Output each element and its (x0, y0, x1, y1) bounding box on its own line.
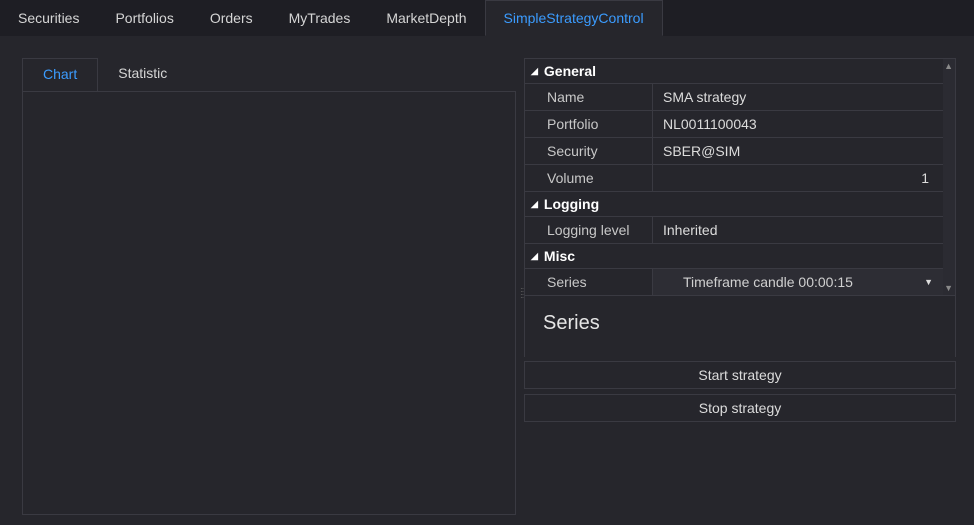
label-portfolio: Portfolio (525, 111, 653, 137)
tab-orders[interactable]: Orders (192, 0, 271, 36)
row-volume: Volume 1 (525, 164, 943, 191)
main-tab-bar: Securities Portfolios Orders MyTrades Ma… (0, 0, 974, 36)
section-general[interactable]: ◢ General (525, 59, 943, 83)
label-name: Name (525, 84, 653, 110)
section-general-label: General (544, 63, 596, 79)
inner-tab-statistic[interactable]: Statistic (98, 58, 187, 92)
label-series: Series (525, 269, 653, 295)
label-logging-level: Logging level (525, 217, 653, 243)
section-logging-label: Logging (544, 196, 599, 212)
left-pane: Chart Statistic (22, 58, 516, 515)
value-volume[interactable]: 1 (653, 165, 943, 191)
inner-tab-chart[interactable]: Chart (22, 58, 98, 92)
tab-marketdepth[interactable]: MarketDepth (368, 0, 484, 36)
tab-simplestrategycontrol[interactable]: SimpleStrategyControl (485, 0, 663, 36)
expander-icon[interactable]: ◢ (531, 66, 538, 77)
value-security[interactable]: SBER@SIM (653, 138, 943, 164)
expander-icon[interactable]: ◢ (531, 251, 538, 262)
inner-tab-bar: Chart Statistic (22, 58, 516, 92)
content-area: Chart Statistic ········ ▲ ▼ ◢ General N… (0, 36, 974, 525)
chevron-down-icon: ▼ (924, 277, 933, 287)
button-stack: Start strategy Stop strategy (524, 361, 956, 422)
row-security: Security SBER@SIM (525, 137, 943, 164)
row-name: Name SMA strategy (525, 83, 943, 110)
label-security: Security (525, 138, 653, 164)
row-series: Series Timeframe candle 00:00:15 ▼ (525, 268, 943, 295)
section-misc-label: Misc (544, 248, 575, 264)
value-logging-level[interactable]: Inherited (653, 217, 943, 243)
scrollbar[interactable]: ▲ ▼ (943, 59, 955, 295)
property-grid: ▲ ▼ ◢ General Name SMA strategy Portfoli… (524, 58, 956, 296)
stop-strategy-button[interactable]: Stop strategy (524, 394, 956, 422)
label-volume: Volume (525, 165, 653, 191)
chart-area (22, 91, 516, 515)
description-panel: Series (524, 296, 956, 357)
tab-mytrades[interactable]: MyTrades (271, 0, 369, 36)
section-misc[interactable]: ◢ Misc (525, 243, 943, 268)
description-title: Series (543, 312, 600, 334)
row-logging-level: Logging level Inherited (525, 216, 943, 243)
value-series-text: Timeframe candle 00:00:15 (683, 274, 853, 290)
scroll-down-icon[interactable]: ▼ (944, 283, 953, 293)
expander-icon[interactable]: ◢ (531, 199, 538, 210)
value-portfolio[interactable]: NL0011100043 (653, 111, 943, 137)
tab-portfolios[interactable]: Portfolios (97, 0, 191, 36)
value-series-dropdown[interactable]: Timeframe candle 00:00:15 ▼ (653, 269, 943, 295)
section-logging[interactable]: ◢ Logging (525, 191, 943, 216)
row-portfolio: Portfolio NL0011100043 (525, 110, 943, 137)
right-pane: ········ ▲ ▼ ◢ General Name SMA strategy… (524, 58, 956, 515)
value-name[interactable]: SMA strategy (653, 84, 943, 110)
scroll-up-icon[interactable]: ▲ (944, 61, 953, 71)
start-strategy-button[interactable]: Start strategy (524, 361, 956, 389)
tab-securities[interactable]: Securities (0, 0, 97, 36)
